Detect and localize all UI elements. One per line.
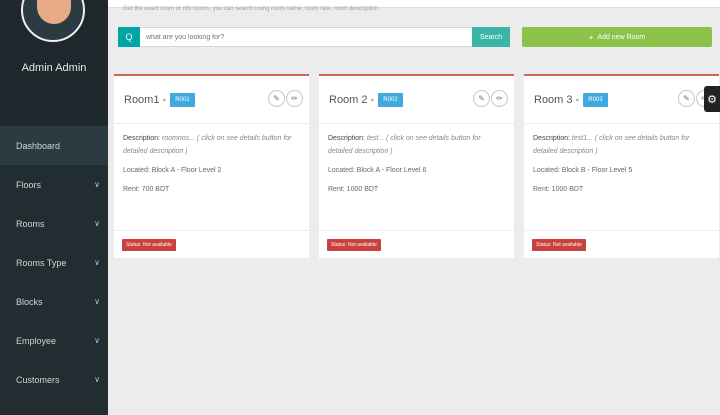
room-card-header: Room 3 - R003 ✎ ✏: [524, 76, 719, 124]
room-code-badge: R002: [378, 92, 403, 107]
room-code-badge: R001: [170, 92, 195, 107]
gear-icon[interactable]: ⚙: [704, 86, 720, 112]
sidebar-item-label: Rooms: [16, 218, 45, 229]
profile-name: Admin Admin: [21, 62, 87, 74]
description-label: Description:: [123, 135, 160, 142]
room-name: Room1 -: [124, 93, 167, 106]
chevron-down-icon: ∨: [94, 375, 100, 384]
room-code-badge: R003: [583, 92, 608, 107]
plus-icon: +: [588, 32, 594, 42]
pencil-icon[interactable]: ✏: [286, 90, 303, 107]
room-card-header: Room 2 - R002 ✎ ✏: [319, 76, 514, 124]
sidebar-item-employee[interactable]: Employee ∨: [0, 321, 108, 360]
status-badge: Status: Not available: [532, 238, 586, 251]
sidebar-item-rooms[interactable]: Rooms ∨: [0, 204, 108, 243]
add-new-room-button[interactable]: + Add new Room: [522, 27, 712, 47]
room-card: Room 3 - R003 ✎ ✏ Description: test1... …: [524, 74, 719, 258]
room-rent: Rent: 1000 BDT: [328, 186, 379, 193]
room-card-footer: Status: Not available: [319, 230, 514, 258]
avatar-face: [37, 0, 71, 24]
sidebar-item-label: Employee: [16, 335, 57, 346]
sidebar-item-rooms-type[interactable]: Rooms Type ∨: [0, 243, 108, 282]
room-card: Room1 - R001 ✎ ✏ Description: roomnos...…: [114, 74, 309, 258]
edit-icon[interactable]: ✎: [473, 90, 490, 107]
chevron-down-icon: ∨: [94, 336, 100, 345]
sidebar-item-label: Rooms Type: [16, 257, 67, 268]
room-card: Room 2 - R002 ✎ ✏ Description: test... (…: [319, 74, 514, 258]
room-description: Description: roomnos... ( click on see d…: [123, 132, 300, 158]
search-button[interactable]: Search: [472, 27, 510, 47]
room-rent: Rent: 1000 BDT: [533, 186, 584, 193]
chevron-down-icon: ∨: [94, 180, 100, 189]
pencil-icon[interactable]: ✏: [491, 90, 508, 107]
sidebar-item-customers[interactable]: Customers ∨: [0, 360, 108, 399]
room-name: Room 3 -: [534, 93, 580, 106]
chevron-down-icon: ∨: [94, 219, 100, 228]
chevron-down-icon: ∨: [94, 297, 100, 306]
room-card-footer: Status: Not available: [524, 230, 719, 258]
room-located: Located: Block A - Floor Level 2: [123, 167, 222, 174]
room-card-header: Room1 - R001 ✎ ✏: [114, 76, 309, 124]
search-hint: Get the exact room or nth rooms, you can…: [123, 6, 379, 12]
status-badge: Status: Not available: [122, 238, 176, 251]
sidebar-item-dashboard[interactable]: Dashboard: [0, 126, 108, 165]
description-label: Description:: [533, 135, 570, 142]
room-card-body: Description: test1... ( click on see det…: [524, 124, 719, 230]
description-label: Description:: [328, 135, 365, 142]
room-name: Room 2 -: [329, 93, 375, 106]
sidebar-item-label: Floors: [16, 179, 42, 190]
room-located: Located: Block B - Floor Level 5: [533, 167, 633, 174]
room-card-footer: Status: Not available: [114, 230, 309, 258]
search-input[interactable]: [140, 27, 472, 47]
room-card-body: Description: test... ( click on see deta…: [319, 124, 514, 230]
status-badge: Status: Not available: [327, 238, 381, 251]
sidebar: Admin Admin Dashboard Floors ∨ Rooms ∨ R…: [0, 0, 108, 415]
room-rent: Rent: 700 BDT: [123, 186, 170, 193]
edit-icon[interactable]: ✎: [268, 90, 285, 107]
room-description: Description: test... ( click on see deta…: [328, 132, 505, 158]
add-new-room-label: Add new Room: [597, 33, 646, 41]
avatar[interactable]: [21, 0, 85, 42]
sidebar-item-floors[interactable]: Floors ∨: [0, 165, 108, 204]
sidebar-item-label: Customers: [16, 374, 60, 385]
edit-icon[interactable]: ✎: [678, 90, 695, 107]
chevron-down-icon: ∨: [94, 258, 100, 267]
sidebar-spacer: [0, 92, 108, 126]
sidebar-item-label: Dashboard: [16, 140, 61, 151]
sidebar-item-blocks[interactable]: Blocks ∨: [0, 282, 108, 321]
sidebar-item-label: Blocks: [16, 296, 43, 307]
search-bar: Q Search: [118, 27, 510, 47]
user-profile: Admin Admin: [0, 0, 108, 92]
room-located: Located: Block A - Floor Level 6: [328, 167, 427, 174]
app-root: Admin Admin Dashboard Floors ∨ Rooms ∨ R…: [0, 0, 720, 415]
search-icon[interactable]: Q: [118, 27, 140, 47]
room-description: Description: test1... ( click on see det…: [533, 132, 710, 158]
room-card-body: Description: roomnos... ( click on see d…: [114, 124, 309, 230]
